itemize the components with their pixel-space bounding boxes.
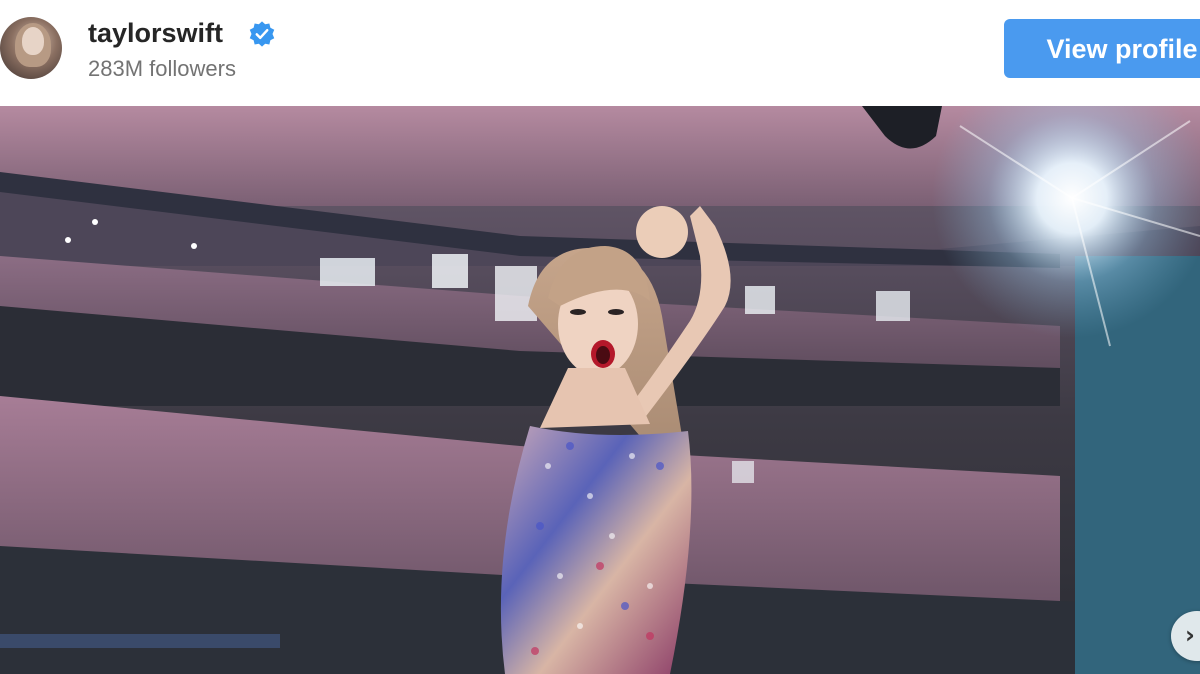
avatar-face [22,27,44,55]
username[interactable]: taylorswift [88,16,223,50]
chevron-right-icon: › [1185,621,1195,649]
post-image[interactable]: › [0,106,1200,674]
post-header: taylorswift 283M followers View profile [0,0,1200,106]
follower-count: 283M followers [88,56,236,81]
concert-photo [0,106,1200,674]
verified-badge-icon [249,21,275,47]
profile-avatar[interactable] [0,17,62,79]
view-profile-button[interactable]: View profile [1004,19,1200,78]
